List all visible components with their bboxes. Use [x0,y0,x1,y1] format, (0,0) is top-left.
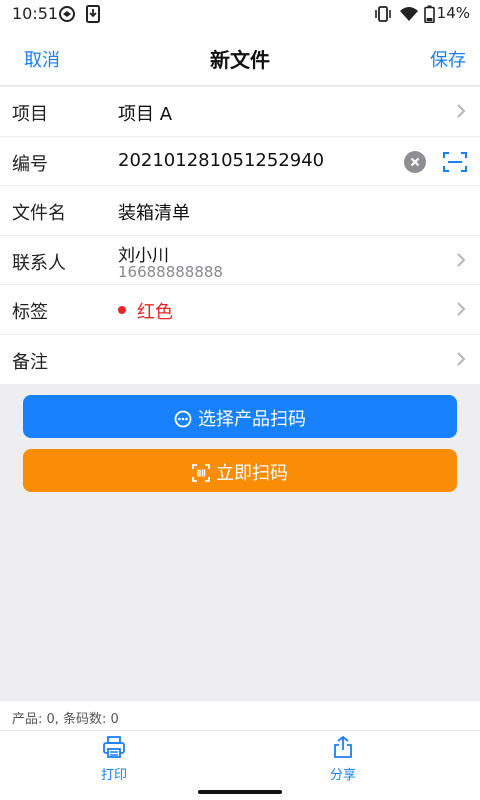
select-product-scan-label: 选择产品扫码 [198,409,306,430]
share-label: 分享 [329,768,356,783]
share-icon [334,735,352,758]
filename-input[interactable]: 装箱清单 [118,199,190,225]
project-value: 项目 A [118,104,173,125]
status-time: 10:51 [12,4,59,23]
barcode-scan-icon [192,464,210,482]
number-row: 编号 20210128105125294​0 [0,137,480,186]
contact-row[interactable]: 联系人 刘小川 16688888888 [0,236,480,285]
more-circle-icon [174,410,192,428]
battery-icon [424,5,435,27]
scan-frame-icon[interactable] [443,151,467,177]
project-label: 项目 [12,104,48,125]
clear-icon[interactable] [404,150,426,173]
scan-now-button[interactable]: 立即扫码 [23,449,457,492]
document-form: 项目 项目 A 编号 20210128105125294​0 文件名 装箱清单 … [0,87,480,384]
wifi-icon [399,5,419,27]
select-product-scan-button[interactable]: 选择产品扫码 [23,395,457,438]
printer-icon [103,736,125,758]
share-button[interactable]: 分享 [283,731,403,791]
contact-phone: 16688888888 [118,262,223,281]
project-row[interactable]: 项目 项目 A [0,87,480,137]
data-saver-icon [58,5,76,27]
number-label: 编号 [12,153,48,175]
contact-label: 联系人 [12,252,66,274]
tag-color-dot [118,306,126,314]
tag-label: 标签 [12,302,48,323]
chevron-right-icon [456,301,466,321]
chevron-right-icon [456,351,466,371]
page-title: 新文件 [210,48,270,72]
scan-now-label: 立即扫码 [216,463,288,484]
note-row[interactable]: 备注 [0,335,480,385]
save-button[interactable]: 保存 [430,46,466,72]
number-input[interactable]: 20210128105125294​0 [118,150,324,171]
navigation-bar: 取消 新文件 保存 [0,28,480,86]
print-label: 打印 [100,768,127,783]
chevron-right-icon [456,103,466,123]
tag-row[interactable]: 标签 红色 [0,285,480,335]
print-button[interactable]: 打印 [54,731,174,791]
summary-text: 产品: 0, 条码数: 0 [12,712,119,727]
filename-label: 文件名 [12,203,66,224]
note-label: 备注 [12,351,48,373]
chevron-right-icon [456,252,466,272]
status-bar: 10:51 14% [0,0,480,28]
tag-value: 红色 [137,302,173,323]
battery-percent: 14% [436,4,470,22]
home-indicator[interactable] [198,790,282,794]
filename-row: 文件名 装箱清单 [0,186,480,236]
download-icon [86,5,100,27]
summary-bar: 产品: 0, 条码数: 0 [0,700,480,730]
vibrate-icon [374,5,392,27]
